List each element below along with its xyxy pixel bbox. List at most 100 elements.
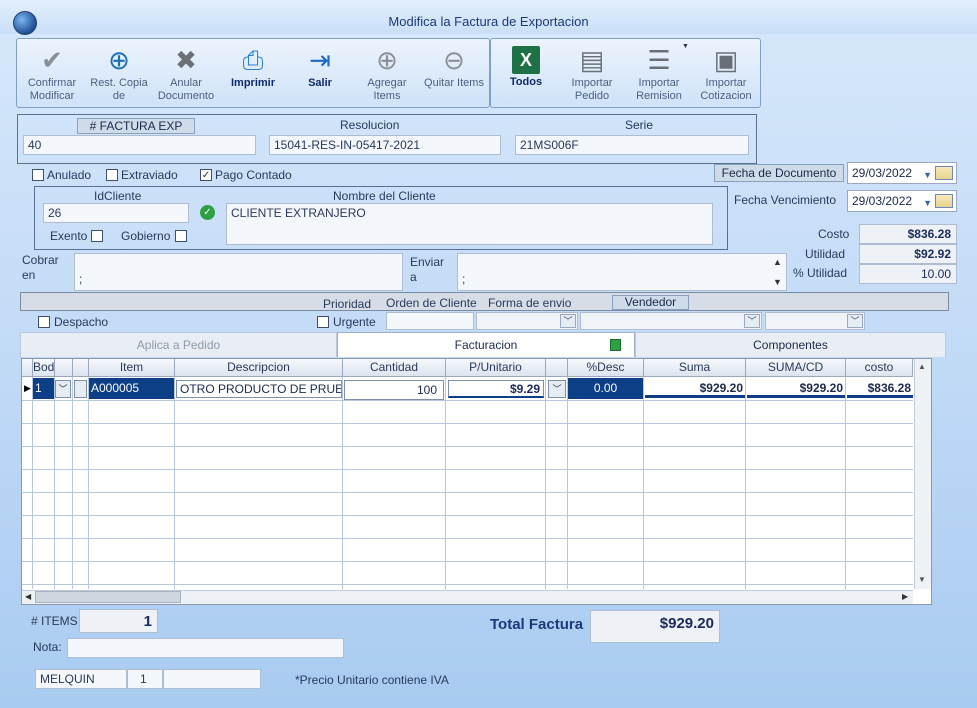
todos-button[interactable]: X Todos	[493, 45, 559, 109]
importar-pedido-button[interactable]: ▤ Importar Pedido	[559, 45, 625, 109]
cell-costo[interactable]: $836.28	[847, 380, 913, 398]
cell-item[interactable]: A000005	[89, 378, 174, 399]
scroll-down-icon[interactable]: ▼	[918, 575, 926, 584]
importar-cotizacion-button[interactable]: ▣ Importar Cotizacion	[693, 45, 759, 109]
enviar-a-label: Enviar a	[410, 255, 445, 284]
cell-desc[interactable]: 0.00	[568, 378, 643, 399]
tab-aplica-pedido[interactable]: Aplica a Pedido	[20, 332, 337, 357]
imprimir-button[interactable]: ⎙ Imprimir	[220, 45, 286, 109]
cell-descripcion[interactable]: OTRO PRODUCTO DE PRUEBA	[176, 380, 342, 398]
anulado-checkbox[interactable]	[32, 169, 44, 181]
nota-field[interactable]	[67, 638, 344, 658]
excel-icon: X	[512, 46, 540, 74]
cell-cantidad[interactable]: 100	[344, 380, 444, 400]
bodega-dropdown-icon[interactable]: ﹀	[55, 380, 71, 398]
tab-componentes[interactable]: Componentes	[635, 332, 946, 357]
salir-button[interactable]: ⇥ Salir	[287, 45, 353, 109]
nombre-cliente-field[interactable]: CLIENTE EXTRANJERO	[226, 203, 713, 245]
col-punit-dd	[546, 359, 568, 377]
validate-check-icon[interactable]: ✓	[200, 205, 215, 220]
despacho-label: Despacho	[54, 315, 109, 329]
col-sumacd[interactable]: SUMA/CD	[746, 359, 846, 377]
dropdown-caret-icon[interactable]: ▼	[682, 43, 689, 50]
punitario-dropdown-icon[interactable]: ﹀	[548, 380, 566, 398]
chevron-down-icon[interactable]: ▼	[923, 198, 932, 208]
items-count-label: # ITEMS	[31, 614, 78, 628]
idcliente-label: IdCliente	[94, 189, 142, 203]
col-bodega-dd	[55, 359, 73, 377]
idcliente-field[interactable]: 26	[43, 203, 189, 223]
toolbar-main: ✔ Confirmar Modificar ⊕ Rest. Copia de ✖…	[16, 38, 490, 108]
vendedor-select[interactable]: ﹀	[580, 312, 762, 330]
porcentaje-utilidad-value: 10.00	[859, 264, 957, 284]
orden-cliente-field[interactable]	[386, 312, 474, 330]
chevron-down-icon[interactable]: ﹀	[744, 314, 760, 328]
col-costo[interactable]: costo	[846, 359, 913, 377]
scroll-up-icon[interactable]: ▲	[918, 362, 926, 371]
col-cantidad[interactable]: Cantidad	[343, 359, 446, 377]
agregar-items-button[interactable]: ⊕ Agregar Items	[354, 45, 420, 109]
exento-checkbox[interactable]	[91, 230, 103, 242]
calendar-icon[interactable]	[935, 166, 953, 180]
col-bodega[interactable]: Bodega	[33, 359, 55, 377]
col-item[interactable]: Item	[89, 359, 175, 377]
quitar-items-button[interactable]: ⊖ Quitar Items	[421, 45, 487, 109]
scroll-down-icon[interactable]: ▼	[773, 277, 782, 287]
list-arrow-icon: ☰	[647, 45, 671, 75]
horizontal-scroll-thumb[interactable]	[35, 591, 181, 603]
tab-facturacion[interactable]: Facturacion	[337, 332, 635, 357]
window-title: Modifica la Factura de Exportacion	[388, 14, 589, 29]
exento-label: Exento	[50, 229, 88, 243]
chevron-down-icon[interactable]: ▼	[923, 170, 932, 180]
quote-document-icon: ▣	[713, 45, 739, 75]
pago-contado-checkbox[interactable]: ✓	[200, 169, 212, 181]
nota-label: Nota:	[33, 640, 62, 654]
urgente-checkbox[interactable]	[317, 316, 329, 328]
col-suma[interactable]: Suma	[644, 359, 746, 377]
cell-suma[interactable]: $929.20	[645, 380, 745, 398]
chevron-down-icon[interactable]: ﹀	[560, 314, 576, 328]
rest-copia-button[interactable]: ⊕ Rest. Copia de	[86, 45, 152, 109]
utilidad-label: Utilidad	[805, 247, 846, 261]
checkmark-icon: ✔	[41, 45, 63, 75]
col-blank	[73, 359, 89, 377]
anular-documento-button[interactable]: ✖ Anular Documento	[153, 45, 219, 109]
porcentaje-utilidad-label: % Utilidad	[793, 266, 848, 280]
cell-blank-button[interactable]	[74, 380, 87, 398]
user-field: MELQUIN	[35, 669, 127, 689]
col-punitario[interactable]: P/Unitario	[446, 359, 546, 377]
gobierno-checkbox[interactable]	[175, 230, 187, 242]
invoice-number-field[interactable]: 40	[23, 135, 256, 155]
vertical-scrollbar[interactable]	[914, 359, 931, 589]
cell-sumacd[interactable]: $929.20	[747, 380, 845, 398]
scroll-up-icon[interactable]: ▲	[773, 257, 782, 267]
serie-field[interactable]: 21MS006F	[515, 135, 749, 155]
fecha-documento-picker[interactable]: 29/03/2022 ▼	[847, 162, 957, 184]
cell-punitario[interactable]: $9.29	[448, 380, 544, 398]
despacho-checkbox[interactable]	[38, 316, 50, 328]
extraviado-label: Extraviado	[121, 168, 178, 182]
cell-bodega[interactable]: 1	[33, 378, 54, 399]
status-field	[163, 669, 261, 689]
user-number-field: 1	[127, 669, 163, 689]
scroll-left-icon[interactable]: ◀	[25, 592, 31, 601]
col-descripcion[interactable]: Descripcion	[175, 359, 343, 377]
confirmar-modificar-button[interactable]: ✔ Confirmar Modificar	[19, 45, 85, 109]
col-desc[interactable]: %Desc	[568, 359, 644, 377]
excel-mini-icon[interactable]	[610, 339, 621, 351]
add-circle-icon: ⊕	[376, 45, 398, 75]
extra-select[interactable]: ﹀	[765, 312, 865, 330]
scroll-right-icon[interactable]: ▶	[902, 592, 908, 601]
calendar-icon[interactable]	[935, 194, 953, 208]
enviar-a-field[interactable]: ;	[457, 253, 787, 291]
cobrar-en-field[interactable]: ;	[74, 253, 403, 291]
resolucion-field[interactable]: 15041-RES-IN-05417-2021	[269, 135, 501, 155]
serie-label: Serie	[625, 118, 654, 132]
toolbar-import: X Todos ▤ Importar Pedido ☰ Importar Rem…	[490, 38, 761, 108]
forma-envio-select[interactable]: ﹀	[476, 312, 578, 330]
importar-remision-button[interactable]: ☰ Importar Remision	[626, 45, 692, 109]
extraviado-checkbox[interactable]	[106, 169, 118, 181]
fecha-vencimiento-picker[interactable]: 29/03/2022 ▼	[847, 190, 957, 212]
chevron-down-icon[interactable]: ﹀	[847, 314, 863, 328]
cobrar-en-label: Cobrar en	[22, 253, 59, 282]
